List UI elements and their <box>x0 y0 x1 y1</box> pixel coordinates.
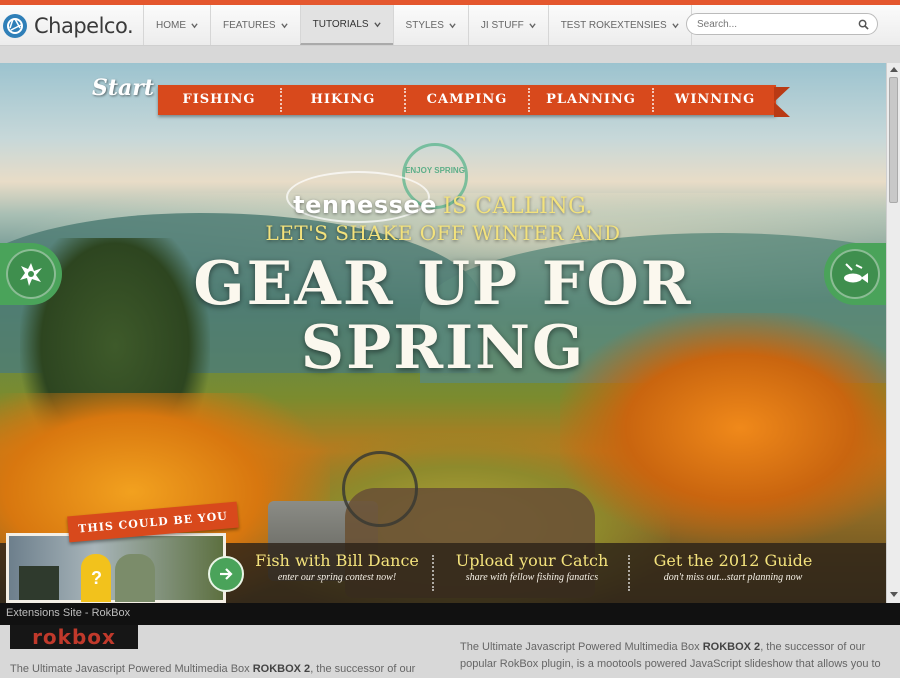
fish-icon <box>844 263 868 283</box>
tagline-line1: tennessee IS CALLING. <box>0 191 886 219</box>
arrow-right-button[interactable] <box>208 556 244 592</box>
nav-home[interactable]: HOME <box>143 5 210 45</box>
golf-cart <box>19 566 59 600</box>
promo-upload-your-catch[interactable]: Upload your Catch share with fellow fish… <box>444 551 620 583</box>
nav-ji-stuff[interactable]: JI STUFF <box>467 5 548 45</box>
search-input[interactable] <box>695 17 849 31</box>
promo-divider <box>432 555 434 591</box>
promo-subtitle: enter our spring contest now! <box>277 572 397 583</box>
scroll-thumb[interactable] <box>889 77 898 203</box>
chevron-down-icon <box>373 21 381 27</box>
chevron-down-icon <box>449 22 456 28</box>
site-logo[interactable]: Chapelco. <box>2 11 134 41</box>
nav-test-rokextensies-label: TEST ROKEXTENSIES <box>560 19 667 31</box>
nav-styles[interactable]: STYLES <box>392 5 468 45</box>
main-nav: HOME FEATURES TUTORIALS STYLES JI STUFF … <box>143 5 692 45</box>
chevron-down-icon <box>529 22 536 28</box>
nav-test-rokextensies[interactable]: TEST ROKEXTENSIES <box>547 5 692 45</box>
scroll-up-arrow-icon[interactable] <box>890 67 898 72</box>
bill-dance-figure <box>115 554 155 602</box>
headline-line2: SPRING <box>300 313 586 383</box>
question-mark-icon: ? <box>91 568 102 588</box>
chevron-down-icon <box>280 22 288 28</box>
hero-slideshow: Start FISHING HIKING CAMPING PLANNING WI… <box>0 63 886 603</box>
nav-ji-stuff-label: JI STUFF <box>480 19 524 31</box>
slideshow-next-button[interactable] <box>824 243 886 305</box>
para-bold: ROKBOX 2 <box>252 663 311 675</box>
nav-tutorials-label: TUTORIALS <box>312 18 369 30</box>
tagline-1: tennessee IS CALLING. <box>293 191 593 219</box>
aperture-icon <box>3 14 27 38</box>
para-text: The Ultimate Javascript Powered Multimed… <box>10 663 253 675</box>
headline-line1: GEAR UP FOR <box>193 249 693 319</box>
arrow-right-icon <box>220 568 233 580</box>
rokbox-caption-bar: Extensions Site - RokBox <box>0 603 900 625</box>
landing-net <box>342 451 418 527</box>
promo-title: Get the 2012 Guide <box>653 551 813 570</box>
promo-divider <box>628 555 630 591</box>
nav-features[interactable]: FEATURES <box>210 5 300 45</box>
chevron-down-icon <box>671 22 679 28</box>
start-label: Start <box>92 75 155 101</box>
ribbon-bar: FISHING HIKING CAMPING PLANNING WINNING <box>158 85 776 115</box>
ribbon-item-hiking[interactable]: HIKING <box>282 88 406 112</box>
promo-get-the-2012-guide[interactable]: Get the 2012 Guide don't miss out...star… <box>640 551 826 583</box>
page-content: rokbox The Ultimate Javascript Powered M… <box>0 625 900 676</box>
ribbon-tail <box>774 87 790 117</box>
contest-photo[interactable]: ? <box>6 533 226 603</box>
tennessee-word: tennessee <box>293 191 437 219</box>
rokbox-caption: Extensions Site - RokBox <box>6 607 131 619</box>
slideshow-prev-button[interactable] <box>0 243 62 305</box>
is-calling-text: IS CALLING. <box>442 194 593 219</box>
ribbon-item-camping[interactable]: CAMPING <box>406 88 530 112</box>
site-header: Chapelco. HOME FEATURES TUTORIALS STYLES… <box>0 5 900 46</box>
ribbon-item-planning[interactable]: PLANNING <box>530 88 654 112</box>
para-text: , the successor of our <box>310 663 416 675</box>
nav-features-label: FEATURES <box>223 19 276 31</box>
fishing-icon-circle <box>830 249 880 299</box>
intro-paragraph-right: The Ultimate Javascript Powered Multimed… <box>460 639 890 673</box>
scroll-down-arrow-icon[interactable] <box>890 592 898 597</box>
ribbon-item-fishing[interactable]: FISHING <box>158 88 282 112</box>
chevron-down-icon <box>191 22 198 28</box>
search-icon[interactable] <box>858 19 869 30</box>
promo-title: Fish with Bill Dance <box>255 551 419 570</box>
rokbox-logo: rokbox <box>10 625 138 649</box>
intro-paragraph-left: The Ultimate Javascript Powered Multimed… <box>10 661 430 678</box>
hiking-icon-circle <box>6 249 56 299</box>
tagline-line2: LET'S SHAKE OFF WINTER AND <box>265 221 621 245</box>
logo-text: Chapelco. <box>34 14 134 38</box>
promo-subtitle: share with fellow fishing fanatics <box>465 572 599 583</box>
hiking-icon <box>20 263 42 286</box>
nav-tutorials[interactable]: TUTORIALS <box>299 5 393 45</box>
badge-text: ENJOY SPRING <box>405 166 465 175</box>
vertical-scrollbar[interactable] <box>886 63 900 603</box>
ribbon-item-winning[interactable]: WINNING <box>654 88 776 112</box>
nav-styles-label: STYLES <box>405 19 444 31</box>
promo-subtitle: don't miss out...start planning now <box>663 572 803 583</box>
nav-home-label: HOME <box>156 19 186 31</box>
search-box <box>686 13 878 35</box>
para-bold: ROKBOX 2 <box>702 641 761 653</box>
promo-fish-with-bill-dance[interactable]: Fish with Bill Dance enter our spring co… <box>252 551 422 583</box>
para-text: The Ultimate Javascript Powered Multimed… <box>460 641 703 653</box>
promo-title: Upload your Catch <box>455 551 609 570</box>
